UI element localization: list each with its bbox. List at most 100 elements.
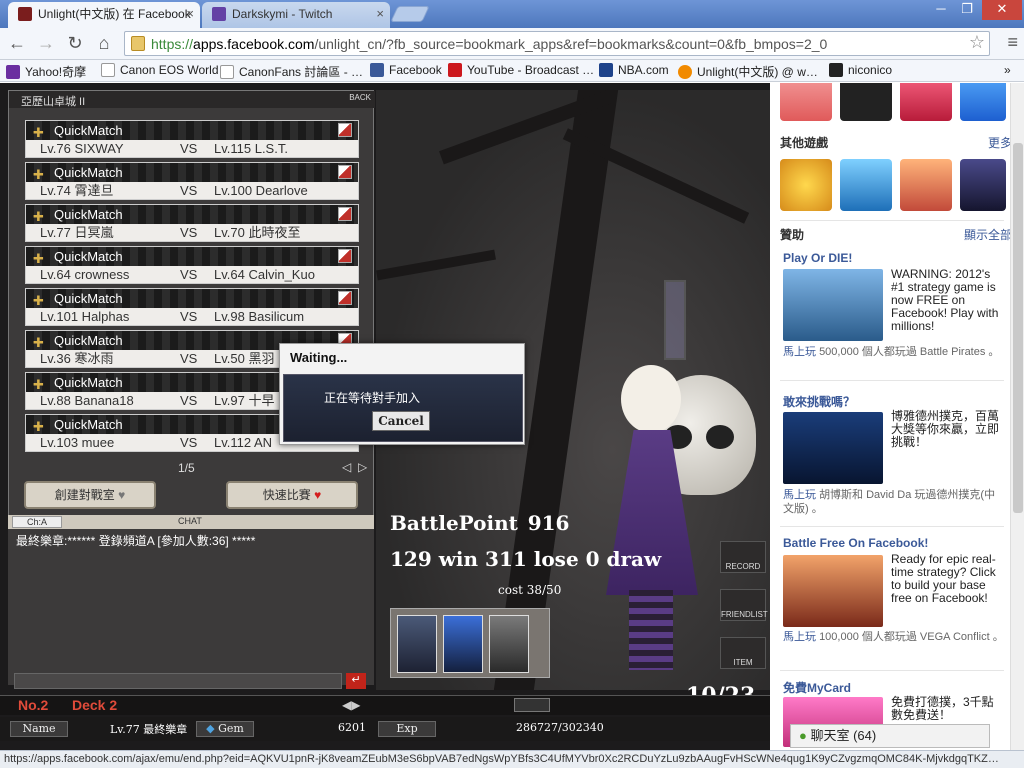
ad-title[interactable]: 免費MyCard <box>783 679 851 696</box>
restore-button[interactable]: ❐ <box>952 0 982 20</box>
match-row[interactable]: ✚ QuickMatch Lv.77 日冥嵐 VS Lv.70 此時夜至 <box>25 204 359 242</box>
close-tab-icon[interactable]: × <box>376 2 384 26</box>
next-page-icon[interactable]: ▷ <box>358 460 367 474</box>
bookmarks-overflow-button[interactable]: » <box>1004 63 1011 77</box>
deck-arrows-icon[interactable]: ◀▶ <box>342 698 360 712</box>
play-now-link[interactable]: 馬上玩 <box>783 631 816 643</box>
friendlist-button[interactable]: FRIENDLIST <box>720 589 768 621</box>
more-link[interactable]: 更多 <box>988 134 1010 151</box>
person-icon: ● <box>799 728 807 743</box>
ad-title[interactable]: 敢來挑戰嗎？ <box>783 393 855 410</box>
chat-room-button[interactable]: ● 聊天室 (64) <box>790 724 990 748</box>
player-left: Lv.77 日冥嵐 <box>40 225 114 240</box>
bookmark-facebook[interactable]: Facebook <box>370 63 442 77</box>
game-thumbnail[interactable] <box>780 83 832 121</box>
prev-page-icon[interactable]: ◁ <box>342 460 351 474</box>
play-now-link[interactable]: 馬上玩 <box>783 489 816 501</box>
chat-channel-tab[interactable]: Ch:A <box>12 516 62 528</box>
chat-send-button[interactable]: ↵ <box>346 673 366 689</box>
page-scrollbar[interactable] <box>1010 83 1024 750</box>
home-button[interactable]: ⌂ <box>93 34 115 54</box>
game-thumbnail[interactable] <box>840 159 892 211</box>
vs-label: VS <box>180 225 198 240</box>
bookmark-unlight[interactable]: Unlight(中文版) @ w… <box>678 63 818 80</box>
deck-preview[interactable] <box>390 608 550 678</box>
close-window-button[interactable]: ✕ <box>982 0 1022 20</box>
ad-image[interactable] <box>783 412 883 484</box>
wrench-menu-icon[interactable]: ≡ <box>1007 32 1018 53</box>
bookmark-label: Unlight(中文版) @ w… <box>697 65 818 79</box>
address-bar[interactable]: https://apps.facebook.com/unlight_cn/?fb… <box>124 31 990 56</box>
back-button[interactable]: ← <box>6 34 28 54</box>
deck-selector[interactable] <box>514 698 550 712</box>
match-row[interactable]: ✚ QuickMatch Lv.74 霄達旦 VS Lv.100 Dearlove <box>25 162 359 200</box>
exp-value: 286727/302340 <box>516 721 604 734</box>
create-room-label: 創建對戰室 <box>54 488 115 502</box>
game-thumbnail[interactable] <box>780 159 832 211</box>
nba-icon <box>599 63 613 77</box>
match-row[interactable]: ✚ QuickMatch Lv.101 Halphas VS Lv.98 Basili… <box>25 288 359 326</box>
url-scheme: https:// <box>151 36 194 52</box>
scrollbar-thumb[interactable] <box>1013 143 1023 513</box>
match-type: QuickMatch <box>54 249 123 264</box>
name-label: Name <box>10 721 68 737</box>
ad-image[interactable] <box>783 555 883 627</box>
player-right: Lv.115 L.S.T. <box>214 141 288 156</box>
vs-label: VS <box>180 393 198 408</box>
game-thumbnail[interactable] <box>900 159 952 211</box>
bookmark-nba[interactable]: NBA.com <box>599 63 669 77</box>
chat-room-label: 聊天室 (64) <box>810 728 877 743</box>
player-right: Lv.98 Basilicum <box>214 309 305 324</box>
bookmark-label: Canon EOS World <box>120 63 219 77</box>
tab-twitch[interactable]: Darkskymi - Twitch × <box>202 2 390 28</box>
game-thumbnail[interactable] <box>840 83 892 121</box>
show-all-link[interactable]: 顯示全部 <box>964 226 1010 243</box>
url-text: https://apps.facebook.com/unlight_cn/?fb… <box>151 36 827 52</box>
location-label: 亞歷山卓城 II <box>21 96 86 108</box>
game-thumbnail[interactable] <box>960 83 1006 121</box>
quick-match-button[interactable]: 快速比賽 ♥ <box>226 481 358 509</box>
item-button[interactable]: ITEM <box>720 637 766 669</box>
bookmark-label: CanonFans 討論區 - … <box>239 65 364 79</box>
player-right: Lv.50 黑羽 <box>214 351 275 366</box>
ad-image[interactable] <box>783 269 883 341</box>
character-image <box>601 365 721 675</box>
forward-button[interactable]: → <box>35 34 57 54</box>
unlight-favicon-icon <box>18 7 32 21</box>
cancel-button[interactable]: Cancel <box>372 411 430 431</box>
player-right: Lv.64 Calvin_Kuo <box>214 267 315 282</box>
quick-match-label: 快速比賽 <box>262 488 311 502</box>
new-tab-button[interactable] <box>390 6 430 22</box>
ad-title[interactable]: Play Or DIE! <box>783 251 852 265</box>
ad-social: 馬上玩 100,000 個人都玩過 VEGA Conflict 。 <box>783 630 1005 644</box>
bookmark-niconico[interactable]: niconico <box>829 63 892 77</box>
ad-title[interactable]: Battle Free On Facebook! <box>783 536 928 550</box>
player-right: Lv.97 十早 <box>214 393 275 408</box>
facebook-icon <box>370 63 384 77</box>
player-right: Lv.100 Dearlove <box>214 183 308 198</box>
bookmark-canon-eos[interactable]: Canon EOS World <box>101 63 219 77</box>
game-thumbnail[interactable] <box>900 83 952 121</box>
create-room-button[interactable]: 創建對戰室 ♥ <box>24 481 156 509</box>
bookmark-star-icon[interactable]: ☆ <box>969 32 985 53</box>
bookmark-canonfans[interactable]: CanonFans 討論區 - … <box>220 63 363 80</box>
dialog-title: Waiting... <box>290 350 348 365</box>
match-row[interactable]: ✚ QuickMatch Lv.76 SIXWAY VS Lv.115 L.S.T. <box>25 120 359 158</box>
play-now-link[interactable]: 馬上玩 <box>783 346 816 358</box>
browser-status-bar: https://apps.facebook.com/ajax/emu/end.p… <box>0 750 1024 768</box>
match-row[interactable]: ✚ QuickMatch Lv.64 crowness VS Lv.64 Calvin… <box>25 246 359 284</box>
bookmark-yahoo[interactable]: Yahoo!奇摩 <box>6 63 86 80</box>
reload-button[interactable]: ↻ <box>64 34 86 54</box>
record-button[interactable]: RECORD <box>720 541 766 573</box>
chat-input[interactable] <box>14 673 342 689</box>
ad-social: 馬上玩 胡博斯和 David Da 玩過德州撲克(中文版) 。 <box>783 488 1005 516</box>
room-flag-icon <box>338 249 352 263</box>
back-button[interactable]: BACK <box>349 93 371 102</box>
close-tab-icon[interactable]: × <box>186 2 194 26</box>
match-type: QuickMatch <box>54 375 123 390</box>
tab-unlight[interactable]: Unlight(中文版) 在 Facebook × <box>8 2 200 28</box>
facebook-sidebar: 其他遊戲 更多 贊助 顯示全部 Play Or DIE! WARNING: 20… <box>770 83 1010 750</box>
bookmark-youtube[interactable]: YouTube - Broadcast … <box>448 63 594 77</box>
bookmark-label: YouTube - Broadcast … <box>467 63 595 77</box>
game-thumbnail[interactable] <box>960 159 1006 211</box>
